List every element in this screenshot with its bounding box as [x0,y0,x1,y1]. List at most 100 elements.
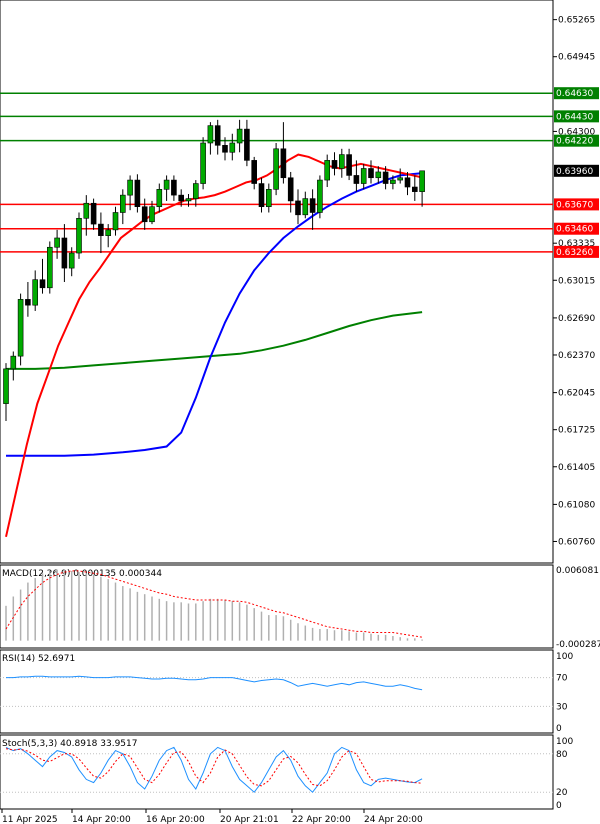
stoch-tick-label: 0 [556,801,562,811]
candle-body-bear [258,183,265,208]
candle-body-bear [404,177,411,188]
candle-body-bear [346,154,352,176]
candle-body-bull [338,154,345,169]
price-tick-label: 0.61405 [558,463,595,473]
candle-body-bull [83,202,90,219]
candle-body-bull [265,189,272,208]
price-tick-label: 0.63015 [558,276,595,286]
candle-body-bull [207,125,214,144]
candle-body-bull [185,198,192,202]
candle-body-bear [39,279,46,289]
price-tick-label: 0.62370 [558,351,595,361]
candle-body-bull [76,217,82,254]
candle-body-bear [244,128,250,161]
candle-body-bear [331,160,338,169]
candle-body-bull [317,179,323,213]
candle-body-bear [98,223,104,236]
macd-tick-label: 0.006081 [556,566,599,576]
time-tick-label: 20 Apr 21:01 [220,815,279,824]
candle-body-bull [120,194,126,213]
candle-body-bull [68,252,75,269]
support-tag-label: 0.63260 [556,248,593,258]
candle-body-bull [3,368,9,404]
candle-body-bull [193,183,199,199]
candle-body-bull [229,142,236,153]
candle-body-bull [324,160,331,181]
candle-body-bear [287,177,294,202]
candle-body-bear [171,179,177,196]
candle-body-bear [309,198,316,213]
candle-body-bear [353,175,360,184]
candle-body-bull [302,198,309,216]
rsi-tick-label: 0 [556,724,562,734]
candle-body-bear [134,179,141,208]
candle-body-bear [251,160,257,184]
price-tick-label: 0.65265 [558,16,595,26]
candle-body-bear [295,200,301,216]
candle-body-bull [112,212,119,231]
candle-body-bull [105,229,111,236]
candle-body-bull [236,128,243,144]
resistance-tag-label: 0.64630 [556,89,593,99]
candle-body-bull [54,237,60,248]
macd-label: MACD(12,26,9) 0.000135 0.000344 [2,569,162,579]
time-tick-label: 11 Apr 2025 [2,815,58,824]
stoch-tick-label: 80 [556,750,568,760]
candle-body-bull [10,355,17,370]
rsi-tick-label: 70 [556,674,568,684]
stoch-tick-label: 20 [556,788,568,798]
stoch-tick-label: 100 [556,737,573,747]
candle [200,137,206,190]
price-tick-label: 0.62690 [558,314,595,324]
candle-body-bear [90,202,97,225]
price-tick-label: 0.64945 [558,53,595,63]
candle-body-bull [390,179,396,184]
time-tick-label: 14 Apr 20:00 [72,815,131,824]
candle-body-bear [141,206,148,223]
candle-body-bull [200,142,206,184]
candle-body-bear [61,237,68,269]
candle-body-bear [368,168,374,179]
candle [273,143,279,196]
candle-body-bear [382,171,389,184]
candle-body-bull [273,148,279,190]
candle [46,241,53,294]
price-tick-label: 0.62045 [558,389,595,399]
time-tick-label: 22 Apr 20:00 [292,815,351,824]
rsi-tick-label: 100 [556,652,573,662]
candle-body-bull [360,168,367,184]
price-tick-label: 0.61725 [558,426,595,436]
candle-body-bull [156,189,163,208]
price-tick-label: 0.61080 [558,500,595,510]
price-tick-label: 0.60760 [558,537,595,547]
rsi-label: RSI(14) 52.6971 [2,654,75,664]
current-price-label: 0.63960 [556,167,593,177]
candle-body-bull [375,171,382,179]
candle-body-bull [32,279,39,306]
candle-body-bear [178,194,184,202]
macd-tick-label: -0.000287 [556,640,600,650]
candle-body-bull [149,206,155,223]
candle-body-bear [411,186,418,192]
stoch-label: Stoch(5,3,3) 40.8918 33.9517 [2,739,137,749]
current-price-tag: 0.63960 [554,164,599,177]
resistance-tag-label: 0.64430 [556,112,593,122]
chart-root: 0.652650.649450.643000.633350.630150.626… [0,0,600,824]
support-tag-label: 0.63670 [556,200,593,210]
candle [317,175,323,219]
candle-body-bull [419,170,425,192]
candle [17,293,24,366]
candle [134,174,141,213]
candle-body-bear [25,299,31,306]
candle [76,212,82,259]
candle-body-bear [280,148,287,179]
candle-body-bear [222,145,228,153]
candle-body-bear [214,125,221,146]
resistance-tag-label: 0.64220 [556,137,593,147]
candle-body-bull [17,299,24,357]
time-tick-label: 16 Apr 20:00 [146,815,205,824]
candle-body-bull [397,177,404,181]
time-tick-label: 24 Apr 20:00 [364,815,423,824]
rsi-tick-label: 30 [556,702,568,712]
support-tag-label: 0.63460 [556,225,593,235]
